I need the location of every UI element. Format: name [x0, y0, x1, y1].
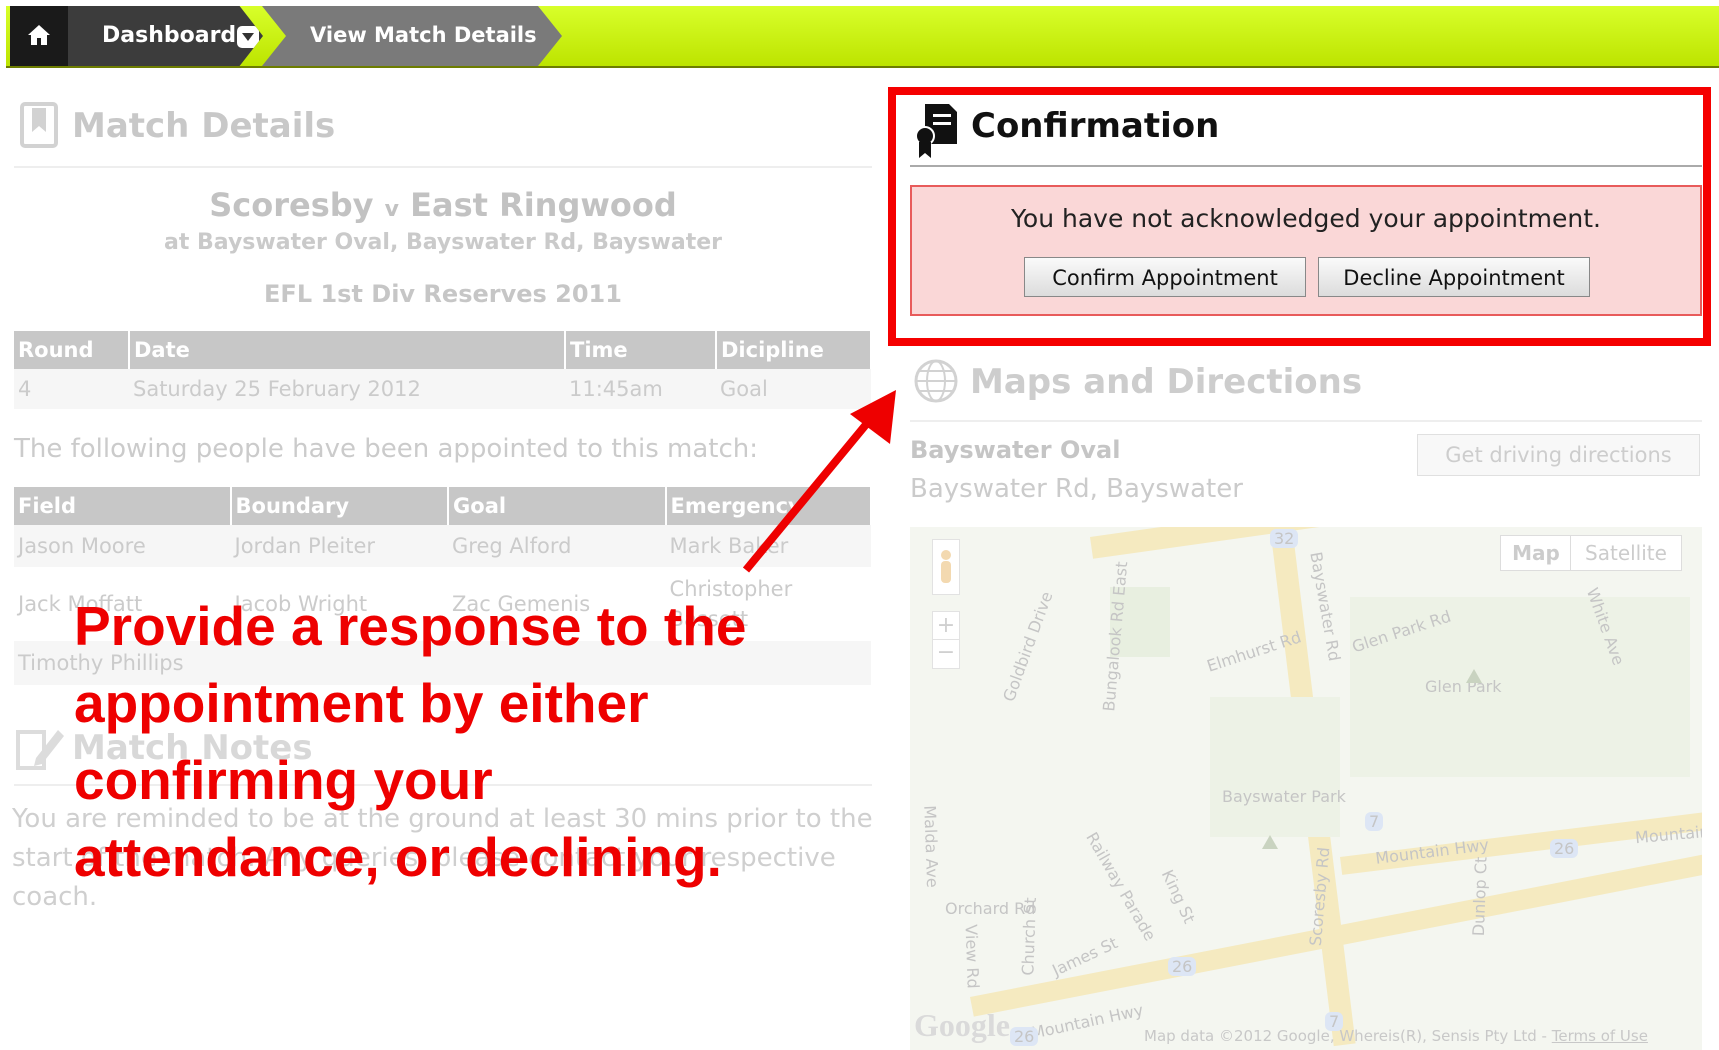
- certificate-icon: [915, 104, 957, 158]
- competition-name: EFL 1st Div Reserves 2011: [264, 280, 622, 308]
- col-time: Time: [565, 331, 717, 369]
- bookmark-icon: [20, 102, 58, 148]
- terms-link[interactable]: Terms of Use: [1552, 1027, 1648, 1045]
- attribution-text: Map data ©2012 Google, Whereis(R), Sensi…: [1144, 1027, 1547, 1045]
- table-cell: Greg Alford: [448, 525, 666, 567]
- annotation-text: Provide a response to the appointment by…: [74, 595, 747, 888]
- pegman-icon: [941, 550, 951, 583]
- map-label: Goldbird Drive: [999, 588, 1057, 705]
- pencil-note-icon: [16, 730, 64, 770]
- map-label: Church St: [1018, 897, 1040, 976]
- appointed-text: The following people have been appointed…: [14, 434, 759, 464]
- pegman-button[interactable]: [932, 539, 960, 595]
- driving-directions-button[interactable]: Get driving directions: [1417, 434, 1700, 476]
- map-label: Malda Ave: [920, 804, 943, 889]
- park-icon: [1466, 669, 1482, 683]
- park-icon: [1262, 835, 1278, 849]
- match-venue: at Bayswater Oval, Bayswater Rd, Bayswat…: [164, 230, 722, 255]
- place-address: Bayswater Rd, Bayswater: [910, 474, 1243, 504]
- col-field: Field: [14, 487, 232, 525]
- zoom-out-button[interactable]: −: [932, 639, 960, 669]
- map-label: Bayswater Park: [1222, 787, 1346, 806]
- route-shield: 26: [1550, 839, 1579, 858]
- away-team: East Ringwood: [410, 186, 677, 224]
- map-tab[interactable]: Map: [1500, 535, 1572, 571]
- map-label: Glen Park: [1425, 677, 1502, 696]
- zoom-in-button[interactable]: +: [932, 611, 960, 641]
- route-shield: 32: [1270, 529, 1299, 548]
- col-round: Round: [14, 331, 130, 369]
- map-label: Dunlop Ct: [1468, 856, 1491, 937]
- time-value: 11:45am: [565, 369, 716, 409]
- col-discipline: Dicipline: [716, 331, 872, 369]
- map-label: Railway Parade: [1082, 828, 1160, 945]
- appointment-alert: You have not acknowledged your appointme…: [910, 185, 1702, 316]
- vs-label: v: [384, 197, 399, 222]
- divider: [910, 420, 1702, 422]
- dashboard-label: Dashboard: [102, 23, 237, 48]
- breadcrumb-view-match[interactable]: View Match Details: [262, 6, 562, 66]
- breadcrumb-dashboard[interactable]: Dashboard: [68, 6, 263, 66]
- divider: [910, 165, 1702, 167]
- date-value: Saturday 25 February 2012: [129, 369, 565, 409]
- decline-appointment-button[interactable]: Decline Appointment: [1318, 257, 1590, 297]
- table-cell: Jordan Pleiter: [230, 525, 449, 567]
- route-shield: 26: [1010, 1027, 1039, 1046]
- breadcrumb-bar: [6, 6, 1719, 68]
- satellite-tab[interactable]: Satellite: [1570, 535, 1682, 571]
- match-teams: Scoresby v East Ringwood: [14, 186, 872, 224]
- col-goal: Goal: [448, 487, 667, 525]
- route-shield: 7: [1365, 812, 1384, 831]
- google-logo: Google: [914, 1007, 1010, 1043]
- globe-icon: [914, 359, 958, 403]
- map-attribution: Map data ©2012 Google, Whereis(R), Sensi…: [1144, 1027, 1648, 1045]
- map-view[interactable]: Bayswater Rd Bungalook Rd East Goldbird …: [910, 527, 1702, 1050]
- map-label: View Rd: [961, 924, 983, 989]
- map-label: King St: [1157, 866, 1199, 927]
- divider: [14, 166, 872, 168]
- home-icon: [28, 25, 50, 45]
- col-boundary: Boundary: [230, 487, 450, 525]
- maps-title: Maps and Directions: [970, 362, 1363, 402]
- round-value: 4: [14, 369, 129, 409]
- match-details-title: Match Details: [72, 106, 336, 146]
- confirm-appointment-button[interactable]: Confirm Appointment: [1024, 257, 1306, 297]
- map-label: Mountain Hwy: [1029, 1000, 1145, 1043]
- view-match-label: View Match Details: [310, 23, 537, 47]
- annotation-arrow: [742, 390, 896, 573]
- home-button[interactable]: [10, 6, 68, 66]
- alert-message: You have not acknowledged your appointme…: [1010, 204, 1602, 233]
- map-label: Bayswater Rd: [1306, 550, 1345, 663]
- table-cell: Jason Moore: [14, 525, 231, 567]
- place-name: Bayswater Oval: [910, 436, 1121, 464]
- home-team: Scoresby: [209, 186, 374, 224]
- route-shield: 26: [1168, 957, 1197, 976]
- chevron-down-icon[interactable]: [237, 26, 259, 48]
- confirmation-title: Confirmation: [971, 106, 1220, 146]
- col-date: Date: [129, 331, 566, 369]
